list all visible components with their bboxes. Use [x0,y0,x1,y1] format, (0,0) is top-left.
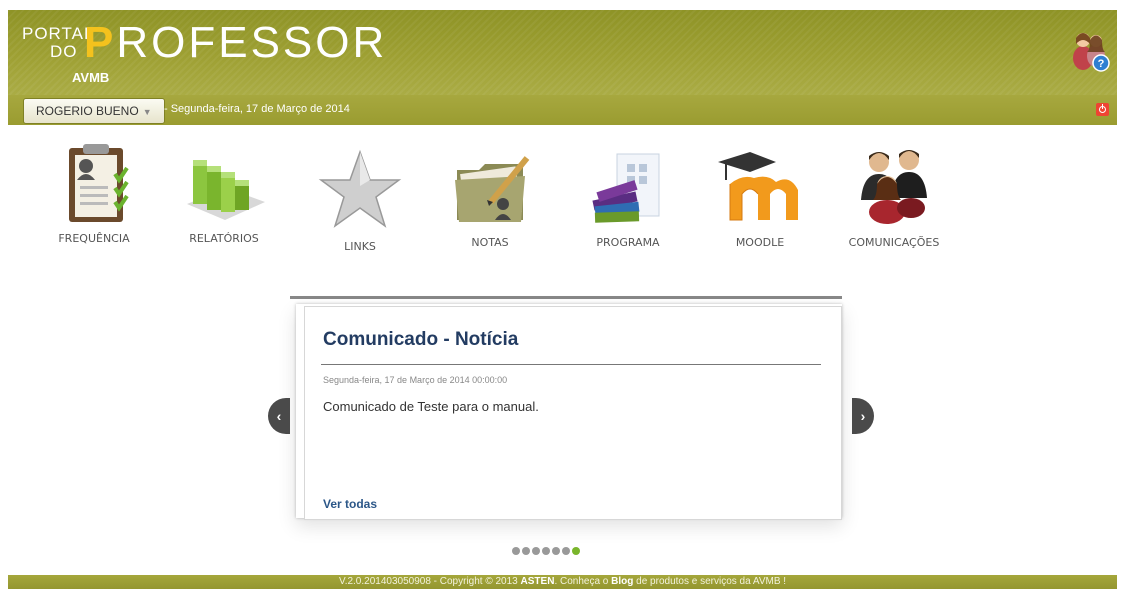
moodle-icon [718,152,798,221]
grades-folder-icon [455,156,530,222]
carousel-dot[interactable] [542,547,550,555]
menu-item-relatorios[interactable]: RELATÓRIOS [164,138,284,245]
menu-item-frequencia[interactable]: FREQUÊNCIA [34,138,154,245]
footer: V.2.0.201403050908 - Copyright © 2013 AS… [8,575,1117,589]
logo-sub-text: AVMB [72,70,110,85]
help-avatar-icon[interactable]: ? [1071,28,1111,72]
menu-label: RELATÓRIOS [189,232,259,245]
menu-label: COMUNICAÇÕES [848,236,940,249]
menu-label: LINKS [344,240,376,253]
reports-bars-icon [187,160,265,220]
menu-item-notas[interactable]: NOTAS [430,138,550,249]
carousel-top-border [290,296,842,299]
carousel-dot[interactable] [512,547,520,555]
logo-professor-text: PROFESSOR [84,18,388,67]
star-icon [318,149,402,228]
news-title: Comunicado - Notícia [323,329,519,350]
header-banner: PORTAL DO PROFESSOR AVMB ? [8,10,1117,95]
svg-text:?: ? [1098,58,1105,70]
carousel-next-button[interactable]: › [852,398,874,434]
app-frame: PORTAL DO PROFESSOR AVMB ? ROGERIO BUENO… [8,10,1117,589]
news-card: Comunicado - Notícia Segunda-feira, 17 d… [304,306,842,520]
chevron-left-icon: ‹ [276,408,282,424]
people-icon [861,150,927,224]
logo-do-text: DO [50,42,78,61]
news-date: Segunda-feira, 17 de Março de 2014 00:00… [323,375,508,385]
carousel-pagination [512,542,582,555]
carousel-dot[interactable] [552,547,560,555]
menu-item-comunicacoes[interactable]: COMUNICAÇÕES [834,138,954,249]
menu-label: PROGRAMA [596,236,660,249]
footer-mid: . Conheça o [554,576,609,587]
news-divider [321,364,821,365]
news-body: Comunicado de Teste para o manual. [323,399,539,414]
carousel-dot[interactable] [532,547,540,555]
see-all-link[interactable]: Ver todas [323,497,377,511]
menu-label: FREQUÊNCIA [58,232,130,245]
menu-item-links[interactable]: LINKS [300,138,420,253]
footer-blog-link[interactable]: Blog [611,576,633,587]
carousel-dot[interactable] [562,547,570,555]
menu-label: NOTAS [471,236,509,249]
books-icon [592,153,660,223]
menu-item-moodle[interactable]: MOODLE [700,138,820,249]
carousel-dot[interactable] [522,547,530,555]
footer-tail: de produtos e serviços da AVMB ! [636,576,787,587]
menu-label: MOODLE [735,236,785,249]
power-icon[interactable] [1096,103,1109,116]
user-name-label: ROGERIO BUENO [36,104,139,118]
footer-version: V.2.0.201403050908 - Copyright © 2013 [338,576,518,587]
chevron-right-icon: › [860,408,866,424]
footer-company: ASTEN [520,576,555,587]
current-date: - Segunda-feira, 17 de Março de 2014 [164,103,350,115]
chevron-down-icon: ▼ [142,107,152,117]
menu-item-programa[interactable]: PROGRAMA [568,138,688,249]
user-dropdown-button[interactable]: ROGERIO BUENO ▼ [23,98,165,124]
main-menu: FREQUÊNCIA RELATÓRIOS LINKS NOTAS PROGRA… [34,138,1014,268]
toolbar: ROGERIO BUENO ▼ - Segunda-feira, 17 de Ma… [8,95,1117,125]
carousel-prev-button[interactable]: ‹ [268,398,290,434]
carousel-dot[interactable] [572,547,580,555]
portal-logo[interactable]: PORTAL DO PROFESSOR AVMB [22,18,384,90]
attendance-clipboard-icon [69,144,129,222]
news-carousel: Comunicado - Notícia Segunda-feira, 17 d… [290,296,854,530]
